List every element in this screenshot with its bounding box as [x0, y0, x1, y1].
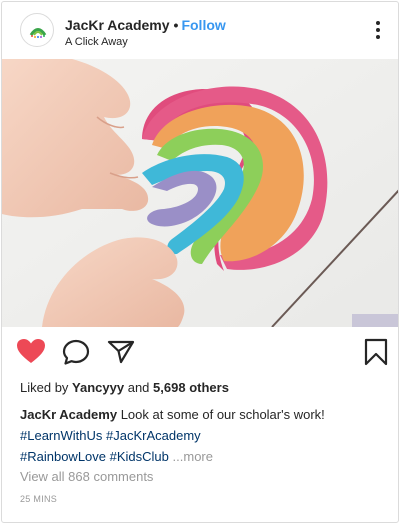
likes-summary: Liked by Yancyyy and 5,698 others: [20, 380, 229, 395]
post-actions: [2, 330, 398, 374]
hashtags-line-2: #RainbowLove #KidsClub ...more: [20, 446, 390, 467]
view-comments-link[interactable]: View all 868 comments: [20, 469, 153, 484]
likes-count[interactable]: 5,698 others: [153, 380, 229, 395]
heart-icon: [17, 339, 45, 363]
share-icon: [107, 340, 135, 364]
hashtags-line-1: #LearnWithUs #JacKrAcademy: [20, 425, 390, 446]
post-photo[interactable]: [2, 59, 398, 327]
post-author: JacKr Academy • Follow: [65, 17, 226, 33]
comment-icon: [62, 339, 90, 365]
avatar[interactable]: [20, 13, 54, 47]
post-timestamp: 25 MINS: [20, 494, 58, 504]
author-username[interactable]: JacKr Academy: [65, 17, 170, 33]
likes-prefix: Liked by: [20, 380, 69, 395]
more-options-icon[interactable]: [372, 20, 384, 40]
like-button[interactable]: [16, 338, 46, 369]
share-button[interactable]: [107, 339, 135, 370]
likes-middle: and: [127, 380, 150, 395]
caption-line: JacKr Academy Look at some of our schola…: [20, 404, 390, 425]
follow-button[interactable]: Follow: [181, 17, 225, 33]
comment-button[interactable]: [62, 339, 90, 370]
save-button[interactable]: [364, 338, 388, 371]
post-location[interactable]: A Click Away: [65, 36, 128, 48]
caption-more-link[interactable]: ...more: [173, 449, 213, 464]
caption-text: Look at some of our scholar's work!: [120, 407, 325, 422]
instagram-post: JacKr Academy • Follow A Click Away Like…: [1, 1, 399, 523]
separator-dot: •: [173, 17, 179, 33]
hashtag[interactable]: #KidsClub: [110, 449, 169, 464]
post-header: JacKr Academy • Follow A Click Away: [2, 2, 398, 59]
post-caption: JacKr Academy Look at some of our schola…: [20, 404, 390, 467]
bookmark-icon: [364, 338, 388, 366]
hashtag[interactable]: #LearnWithUs: [20, 428, 102, 443]
play-dough-rainbow-image: [2, 59, 398, 327]
caption-username[interactable]: JacKr Academy: [20, 407, 117, 422]
liked-by-user[interactable]: Yancyyy: [72, 380, 124, 395]
hashtag[interactable]: #RainbowLove: [20, 449, 106, 464]
hashtag[interactable]: #JacKrAcademy: [106, 428, 201, 443]
academy-logo-icon: [29, 28, 47, 38]
